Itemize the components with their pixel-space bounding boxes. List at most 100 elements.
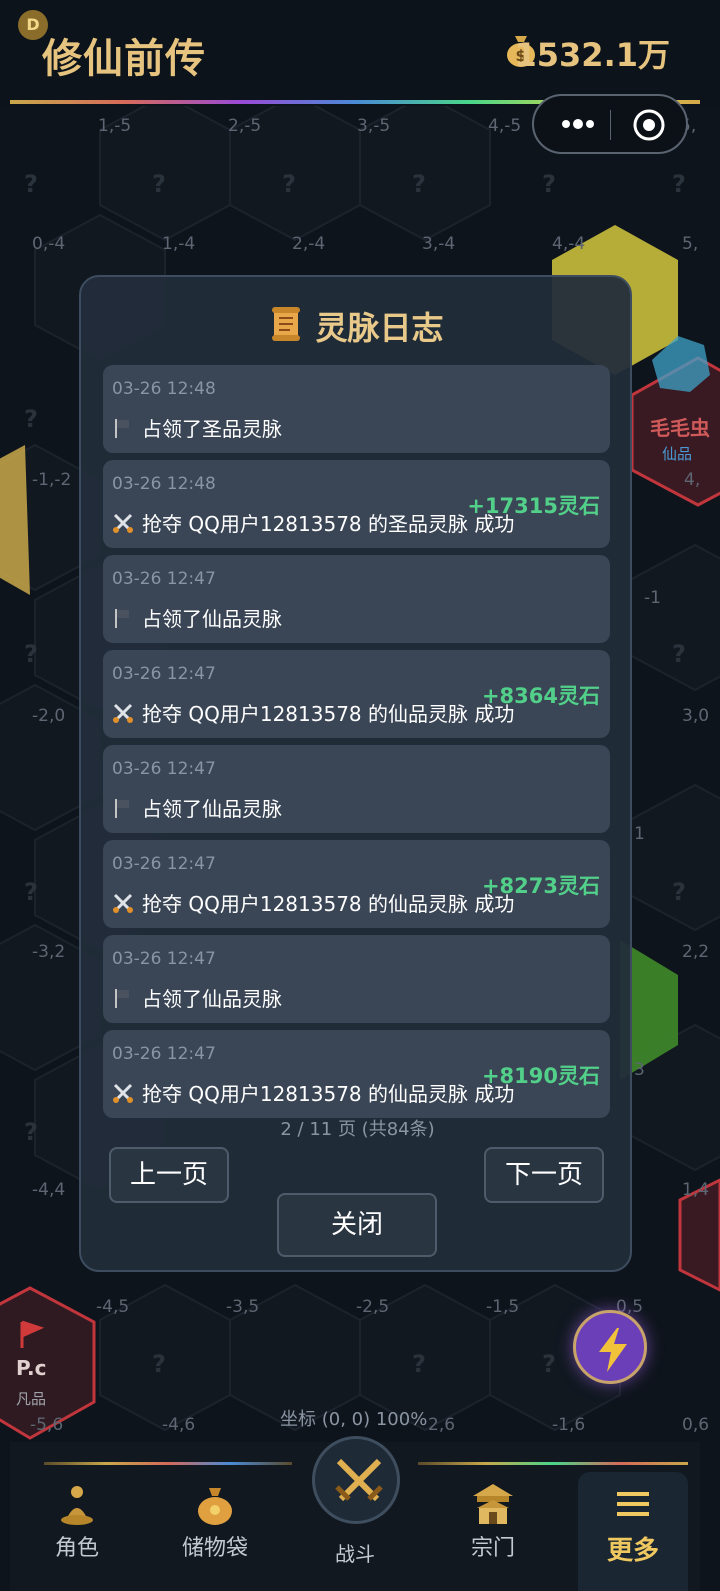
nav-label: 储物袋 bbox=[181, 1536, 248, 1561]
lightning-icon bbox=[599, 1328, 627, 1372]
close-button[interactable]: 关闭 bbox=[277, 1193, 437, 1257]
unknown-tile-mark: ? bbox=[542, 170, 556, 198]
log-text-row: 抢夺 QQ用户12813578 的仙品灵脉 成功 bbox=[112, 1078, 514, 1107]
page-indicator: 2 / 11 页 (共84条) bbox=[280, 1119, 435, 1140]
log-entry: 03-26 12:47 占领了仙品灵脉 bbox=[103, 745, 610, 833]
log-entry: 03-26 12:47 抢夺 QQ用户12813578 的仙品灵脉 成功 +82… bbox=[103, 840, 610, 928]
log-time: 03-26 12:48 bbox=[112, 379, 216, 399]
unknown-tile-mark: ? bbox=[24, 1118, 38, 1146]
log-reward: +8364灵石 bbox=[481, 684, 600, 708]
nav-item-bag[interactable]: 储物袋 bbox=[160, 1472, 270, 1591]
crossed-swords-icon bbox=[113, 1083, 133, 1103]
log-text: 抢夺 QQ用户12813578 的仙品灵脉 成功 bbox=[142, 1082, 515, 1106]
map-coord: 2,6 bbox=[428, 1415, 456, 1435]
flag-icon bbox=[115, 419, 129, 438]
log-time: 03-26 12:47 bbox=[112, 949, 216, 969]
unknown-tile-mark: ? bbox=[412, 1350, 426, 1378]
map-coord: 3 bbox=[634, 1060, 645, 1080]
crossed-swords-icon bbox=[113, 513, 133, 533]
map-coord: -4,5 bbox=[96, 1297, 130, 1317]
map-coord: -3,5 bbox=[226, 1297, 260, 1317]
tile-owner-label: 毛毛虫 bbox=[650, 416, 710, 440]
log-time: 03-26 12:47 bbox=[112, 1044, 216, 1064]
map-coord: 4,-5 bbox=[488, 116, 522, 136]
map-coord: 0,6 bbox=[682, 1415, 710, 1435]
app-header: D 修仙前传 $ 1532.1万 bbox=[0, 0, 720, 106]
log-text: 抢夺 QQ用户12813578 的仙品灵脉 成功 bbox=[142, 702, 515, 726]
nav-decor-line bbox=[44, 1462, 292, 1465]
log-text-row: 抢夺 QQ用户12813578 的圣品灵脉 成功 bbox=[112, 508, 514, 537]
log-entry: 03-26 12:48 占领了圣品灵脉 bbox=[103, 365, 610, 453]
map-coord: 4, bbox=[684, 470, 701, 490]
unknown-tile-mark: ? bbox=[672, 640, 686, 668]
dialog-title: 灵脉日志 bbox=[81, 303, 634, 349]
bottom-nav: 角色 储物袋 战斗 宗门 更多 bbox=[10, 1436, 700, 1591]
map-coord: 3,0 bbox=[682, 706, 710, 726]
nav-decor-line bbox=[418, 1462, 688, 1465]
map-coord: 1 bbox=[634, 824, 645, 844]
miniprogram-capsule bbox=[532, 94, 688, 154]
nav-label: 更多 bbox=[606, 1536, 659, 1566]
map-coord: -1,6 bbox=[552, 1415, 586, 1435]
log-entry: 03-26 12:47 占领了仙品灵脉 bbox=[103, 555, 610, 643]
flag-icon bbox=[115, 799, 129, 818]
nav-item-character[interactable]: 角色 bbox=[22, 1472, 132, 1591]
map-zoom-info: 坐标 (0, 0) 100% bbox=[280, 1409, 428, 1430]
log-text: 占领了仙品灵脉 bbox=[142, 607, 282, 631]
log-entry: 03-26 12:47 抢夺 QQ用户12813578 的仙品灵脉 成功 +83… bbox=[103, 650, 610, 738]
crossed-swords-icon bbox=[113, 703, 133, 723]
map-coord: 1,-5 bbox=[98, 116, 132, 136]
unknown-tile-mark: ? bbox=[24, 878, 38, 906]
unknown-tile-mark: ? bbox=[24, 640, 38, 668]
log-reward: +17315灵石 bbox=[467, 494, 600, 518]
close-miniprogram-icon[interactable] bbox=[632, 108, 666, 142]
prev-page-button[interactable]: 上一页 bbox=[109, 1147, 229, 1203]
unknown-tile-mark: ? bbox=[24, 405, 38, 433]
hex-tile-gold bbox=[0, 445, 30, 595]
bag-icon bbox=[198, 1488, 232, 1525]
crossed-swords-icon bbox=[113, 893, 133, 913]
temple-icon bbox=[473, 1484, 513, 1524]
log-text-row: 占领了圣品灵脉 bbox=[112, 413, 282, 442]
nav-item-sect[interactable]: 宗门 bbox=[438, 1472, 548, 1591]
log-entry: 03-26 12:47 占领了仙品灵脉 bbox=[103, 935, 610, 1023]
map-coord: 5, bbox=[682, 234, 699, 254]
unknown-tile-mark: ? bbox=[24, 170, 38, 198]
log-text-row: 抢夺 QQ用户12813578 的仙品灵脉 成功 bbox=[112, 888, 514, 917]
log-reward: +8273灵石 bbox=[481, 874, 600, 898]
map-coord: 2,-5 bbox=[228, 116, 262, 136]
log-entry: 03-26 12:47 抢夺 QQ用户12813578 的仙品灵脉 成功 +81… bbox=[103, 1030, 610, 1118]
quick-action-button[interactable] bbox=[573, 1310, 647, 1384]
map-coord: -4,6 bbox=[162, 1415, 196, 1435]
map-coord: -4,4 bbox=[32, 1180, 66, 1200]
log-text: 占领了仙品灵脉 bbox=[142, 797, 282, 821]
log-text: 占领了圣品灵脉 bbox=[142, 417, 282, 441]
unknown-tile-mark: ? bbox=[282, 170, 296, 198]
next-page-button[interactable]: 下一页 bbox=[484, 1147, 604, 1203]
nav-label: 战斗 bbox=[335, 1542, 375, 1566]
capsule-divider bbox=[610, 110, 611, 140]
log-text-row: 占领了仙品灵脉 bbox=[112, 983, 282, 1012]
map-coord: -2,5 bbox=[356, 1297, 390, 1317]
nav-item-more[interactable]: 更多 bbox=[578, 1472, 688, 1591]
flag-icon bbox=[115, 609, 129, 628]
log-text: 抢夺 QQ用户12813578 的仙品灵脉 成功 bbox=[142, 892, 515, 916]
nav-label: 宗门 bbox=[470, 1536, 515, 1561]
map-coord: 3,-5 bbox=[357, 116, 391, 136]
spirit-stone-balance: 1532.1万 bbox=[514, 36, 671, 74]
map-coord: -5,6 bbox=[30, 1415, 64, 1435]
map-coord: 2,-4 bbox=[292, 234, 326, 254]
log-time: 03-26 12:47 bbox=[112, 854, 216, 874]
map-coord: 4,-4 bbox=[552, 234, 586, 254]
more-options-icon[interactable] bbox=[558, 112, 598, 136]
log-time: 03-26 12:48 bbox=[112, 474, 216, 494]
unknown-tile-mark: ? bbox=[672, 170, 686, 198]
log-time: 03-26 12:47 bbox=[112, 664, 216, 684]
map-coord: 1,4 bbox=[682, 1180, 710, 1200]
unknown-tile-mark: ? bbox=[152, 170, 166, 198]
nav-item-battle[interactable] bbox=[312, 1436, 400, 1524]
flag-icon bbox=[115, 989, 129, 1008]
map-coord: -1 bbox=[644, 588, 661, 608]
log-text: 占领了仙品灵脉 bbox=[142, 987, 282, 1011]
map-coord: -1,5 bbox=[486, 1297, 520, 1317]
